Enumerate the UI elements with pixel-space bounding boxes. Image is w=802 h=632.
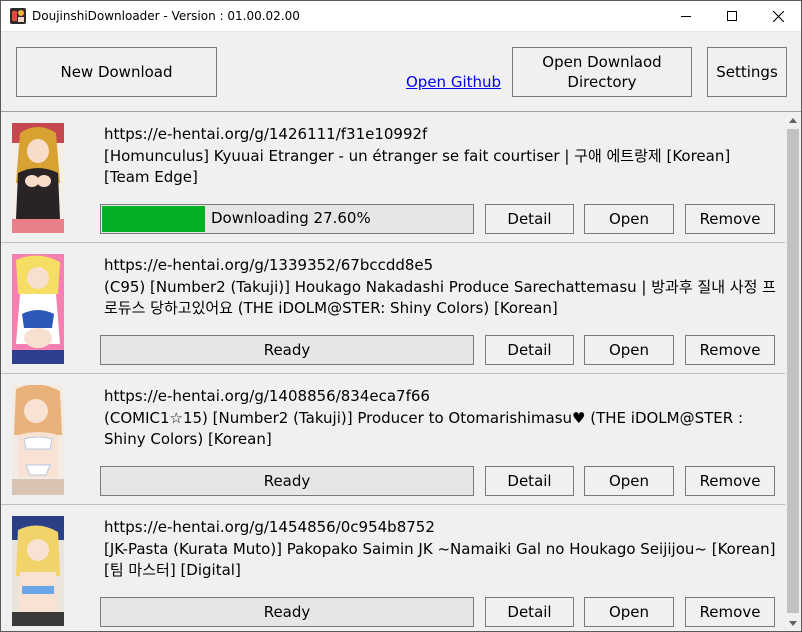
- scroll-down-arrow-icon: [789, 620, 797, 626]
- remove-button[interactable]: Remove: [685, 204, 775, 234]
- cover-thumbnail[interactable]: [12, 516, 64, 626]
- detail-button[interactable]: Detail: [485, 335, 574, 365]
- download-item: https://e-hentai.org/g/1426111/f31e10992…: [1, 112, 785, 243]
- close-button[interactable]: [755, 1, 801, 31]
- gallery-url: https://e-hentai.org/g/1454856/0c954b875…: [104, 518, 435, 536]
- vertical-scrollbar[interactable]: [785, 112, 801, 631]
- minimize-icon: [681, 16, 691, 17]
- download-item: https://e-hentai.org/g/1339352/67bccdd8e…: [1, 243, 785, 374]
- maximize-icon: [727, 11, 737, 21]
- cover-thumbnail[interactable]: [12, 123, 64, 233]
- status-box: Ready: [100, 335, 474, 365]
- gallery-title: [JK-Pasta (Kurata Muto)] Pakopako Saimin…: [104, 540, 776, 579]
- app-icon: [10, 8, 26, 24]
- open-button[interactable]: Open: [584, 466, 674, 496]
- gallery-title: (C95) [Number2 (Takuji)] Houkago Nakadas…: [104, 278, 776, 317]
- remove-button[interactable]: Remove: [685, 597, 775, 627]
- app-window: DoujinshiDownloader - Version : 01.00.02…: [0, 0, 802, 632]
- scroll-up-arrow-icon: [789, 117, 797, 123]
- gallery-title: [Homunculus] Kyuuai Etranger - un étrang…: [104, 147, 731, 186]
- title-bar[interactable]: DoujinshiDownloader - Version : 01.00.02…: [1, 1, 801, 32]
- download-item: https://e-hentai.org/g/1454856/0c954b875…: [1, 505, 785, 631]
- status-box: Ready: [100, 466, 474, 496]
- download-list[interactable]: https://e-hentai.org/g/1426111/f31e10992…: [1, 112, 785, 631]
- detail-button[interactable]: Detail: [485, 204, 574, 234]
- open-download-directory-label: Open Downlaod Directory: [542, 53, 662, 91]
- cover-thumbnail[interactable]: [12, 385, 64, 495]
- open-download-directory-button[interactable]: Open Downlaod Directory: [512, 47, 692, 97]
- status-box: Ready: [100, 597, 474, 627]
- progress-fill: [102, 206, 205, 232]
- cover-thumbnail[interactable]: [12, 254, 64, 364]
- scrollbar-thumb[interactable]: [787, 129, 799, 613]
- open-button[interactable]: Open: [584, 335, 674, 365]
- detail-button[interactable]: Detail: [485, 597, 574, 627]
- settings-button[interactable]: Settings: [707, 47, 787, 97]
- gallery-url: https://e-hentai.org/g/1408856/834eca7f6…: [104, 387, 430, 405]
- new-download-button[interactable]: New Download: [16, 47, 217, 97]
- open-button[interactable]: Open: [584, 204, 674, 234]
- open-button[interactable]: Open: [584, 597, 674, 627]
- remove-button[interactable]: Remove: [685, 466, 775, 496]
- open-github-link[interactable]: Open Github: [406, 73, 501, 91]
- status-text: Downloading 27.60%: [211, 209, 371, 227]
- maximize-button[interactable]: [709, 1, 755, 31]
- close-icon: [772, 10, 784, 22]
- gallery-url: https://e-hentai.org/g/1426111/f31e10992…: [104, 125, 428, 143]
- window-title: DoujinshiDownloader - Version : 01.00.02…: [32, 9, 300, 23]
- gallery-url: https://e-hentai.org/g/1339352/67bccdd8e…: [104, 256, 434, 274]
- toolbar: New Download Open Github Open Downlaod D…: [1, 32, 801, 112]
- scroll-down-button[interactable]: [785, 615, 801, 631]
- detail-button[interactable]: Detail: [485, 466, 574, 496]
- minimize-button[interactable]: [663, 1, 709, 31]
- download-item: https://e-hentai.org/g/1408856/834eca7f6…: [1, 374, 785, 505]
- remove-button[interactable]: Remove: [685, 335, 775, 365]
- download-progress-bar: Downloading 27.60%: [100, 204, 474, 234]
- scroll-up-button[interactable]: [785, 112, 801, 128]
- gallery-title: (COMIC1☆15) [Number2 (Takuji)] Producer …: [104, 409, 744, 448]
